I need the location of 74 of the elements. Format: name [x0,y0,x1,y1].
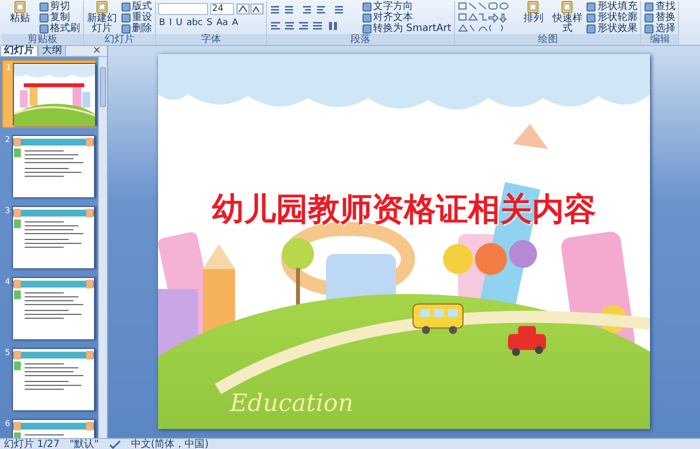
square-icon [362,2,372,12]
slide-number: 6 [5,419,10,430]
group-label: 段落 [267,34,454,45]
ribbon-button[interactable]: 格式刷 [38,23,81,34]
slide-thumbnail[interactable] [12,135,96,197]
document-icon [14,1,26,13]
square-icon [121,12,131,22]
group-label: 幻灯片 [84,34,155,45]
format-button[interactable]: A [231,18,240,29]
ribbon-button[interactable]: 重设 [120,12,153,23]
group-label: 绘图 [455,34,640,45]
ribbon-button[interactable]: 删除 [120,23,153,34]
square-icon [644,12,654,22]
slide-thumbnail[interactable] [12,348,96,410]
format-button[interactable]: Aa [215,18,230,29]
slide-list-item[interactable]: 5 [2,346,96,412]
ribbon-button[interactable]: 形状效果 [585,23,638,34]
ribbon-button[interactable]: 粘贴 [4,1,36,24]
document-icon [96,1,108,13]
group-label: 编辑 [641,34,678,45]
square-icon [586,2,596,12]
slide-thumbnail[interactable] [12,277,96,339]
font-grow-icon [236,3,264,15]
ribbon-button[interactable]: 版式 [120,1,153,12]
square-icon [39,2,49,12]
square-icon [121,2,131,12]
format-button[interactable]: I [168,18,173,29]
slide-thumbnail[interactable] [12,206,96,268]
scrollbar[interactable] [98,57,107,438]
square-icon [644,24,654,34]
ribbon-button[interactable]: 快速样式 [551,1,584,34]
document-icon [527,1,540,13]
square-icon [362,12,372,22]
artwork-text: Education [230,389,354,417]
ribbon-button[interactable]: 新建幻灯片 [86,1,118,34]
slide-number: 3 [5,206,10,217]
pane-tab[interactable]: 幻灯片 [0,45,38,56]
format-button[interactable]: abc [185,18,204,29]
group-label: 字体 [156,34,266,45]
ribbon-button[interactable]: 替换 [643,12,676,23]
ribbon-button[interactable]: 查找 [643,1,676,12]
slide-number: 2 [5,135,10,146]
square-icon [644,2,654,12]
slide-title: 幼儿园教师资格证相关内容 [211,189,597,229]
slide-number: 1 [6,63,12,74]
ribbon-button[interactable]: 对齐文本 [361,12,452,23]
slide-number: 4 [5,277,10,288]
ribbon-button[interactable]: 排列 [517,1,550,24]
close-button[interactable]: × [86,45,107,56]
format-button[interactable]: B [158,18,166,29]
square-icon [39,12,49,22]
ribbon-button[interactable]: 形状轮廓 [585,12,638,23]
font-name-field[interactable] [158,3,208,15]
slide-number: 5 [5,348,10,359]
slide-thumbnail[interactable] [13,63,96,125]
square-icon [362,24,372,34]
format-button[interactable]: S [206,18,214,29]
slide-counter: 幻灯片 1/27 [4,438,60,449]
square-icon [586,12,596,22]
ribbon-button[interactable]: 复制 [38,12,81,23]
spell-check-icon [108,438,121,449]
document-icon [561,1,574,13]
ribbon-button[interactable]: 选择 [643,23,676,34]
slide-list-item[interactable]: 6 [2,417,96,438]
square-icon [586,24,596,34]
theme-name: "默认" [70,438,99,449]
group-label: 剪贴板 [2,34,83,45]
square-icon [121,24,131,34]
format-button[interactable]: U [174,18,184,29]
language-label: 中文(简体，中国) [130,438,209,449]
ribbon-button[interactable]: 转换为 SmartArt [361,23,452,34]
square-icon [39,24,49,34]
pane-tab[interactable]: 大纲 [38,45,66,56]
font-size-field[interactable]: 24 [210,3,234,15]
